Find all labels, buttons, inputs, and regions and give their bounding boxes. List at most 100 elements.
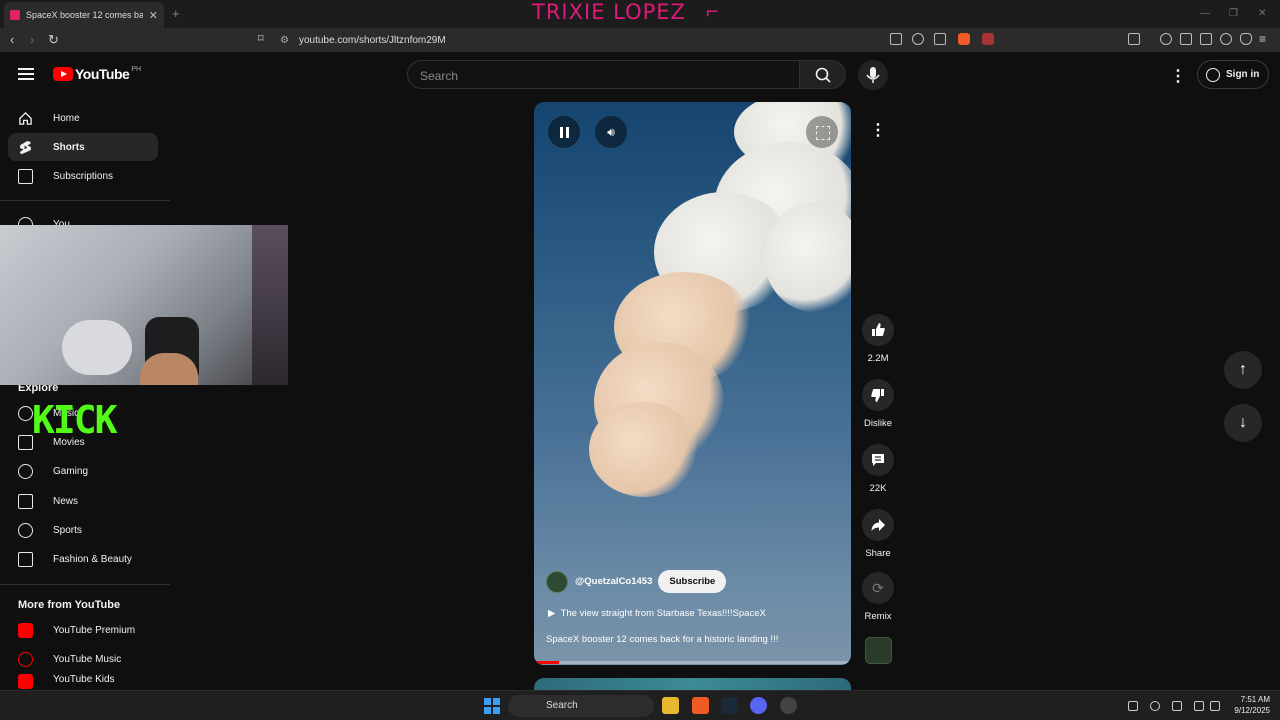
youtube-logo[interactable]: YouTube PH [53, 66, 141, 82]
share-action[interactable]: Share [857, 509, 899, 559]
youtube-kids-icon [18, 674, 33, 689]
sidebar-item-youtube-kids[interactable]: YouTube Kids [8, 674, 158, 690]
network-icon[interactable] [1194, 701, 1204, 711]
volume-tray-icon[interactable] [1210, 701, 1220, 711]
minimize-icon[interactable]: ― [1200, 8, 1210, 19]
arrow-up-icon: ↑ [1239, 361, 1247, 378]
more-actions-button[interactable]: ⋮ [862, 114, 894, 146]
settings-menu-icon[interactable]: ⋮ [1170, 66, 1186, 86]
sidebar-item-gaming[interactable]: Gaming [8, 457, 158, 485]
channel-name[interactable]: @QuetzalCo1453 [575, 576, 652, 587]
like-action[interactable]: 2.2M [857, 314, 899, 364]
vpn-icon[interactable] [1240, 33, 1252, 45]
new-tab-button[interactable]: + [172, 6, 180, 21]
comments-button[interactable] [862, 444, 894, 476]
subscriptions-icon [18, 168, 33, 184]
stream-overlay-bracket: ⌐ [706, 0, 719, 23]
pause-button[interactable] [548, 116, 580, 148]
forward-icon[interactable]: › [30, 32, 34, 47]
mic-tray-icon[interactable] [1172, 701, 1182, 711]
sidebar-item-subscriptions[interactable]: Subscriptions [8, 162, 158, 190]
play-triangle-icon: ▶ [548, 608, 561, 619]
tab-close-icon[interactable]: ✕ [149, 9, 158, 22]
remix-button[interactable]: ⟳ [862, 572, 894, 604]
share-page-icon[interactable] [934, 33, 946, 45]
app-icon[interactable] [780, 697, 797, 714]
leo-ai-icon[interactable] [1220, 33, 1232, 45]
previous-short-button[interactable]: ↑ [1224, 351, 1262, 389]
pause-icon [559, 126, 569, 138]
volume-button[interactable]: 🔊︎ [595, 116, 627, 148]
brave-shields-icon[interactable] [958, 33, 970, 45]
brave-browser-icon[interactable] [692, 697, 709, 714]
back-icon[interactable]: ‹ [10, 32, 14, 47]
share-button[interactable] [862, 509, 894, 541]
comments-action[interactable]: 22K [857, 444, 899, 494]
sidebar-divider [0, 200, 170, 201]
video-link[interactable]: ▶ The view straight from Starbase Texas!… [548, 608, 766, 619]
sync-icon[interactable] [1150, 701, 1160, 711]
brave-rewards-icon[interactable] [982, 33, 994, 45]
browser-toolbar: ‹ › ↻ ⌑ ⚙ youtube.com/shorts/Jltznfom29M… [0, 28, 1280, 52]
hamburger-menu-icon[interactable] [18, 68, 34, 80]
remix-label: Remix [864, 611, 892, 622]
thumbs-up-icon [872, 323, 885, 336]
like-button[interactable] [862, 314, 894, 346]
sidebar-item-fashion-beauty[interactable]: Fashion & Beauty [8, 545, 158, 573]
discord-icon[interactable] [750, 697, 767, 714]
windows-start-icon[interactable] [484, 698, 500, 714]
youtube-logo-text: YouTube [75, 66, 130, 82]
zoom-icon[interactable] [912, 33, 924, 45]
search-button[interactable] [800, 60, 846, 89]
kick-logo: KICK [32, 398, 118, 442]
sidebar-item-shorts[interactable]: Shorts [8, 133, 158, 161]
screenshot-icon[interactable] [1128, 33, 1140, 45]
fullscreen-button[interactable] [806, 116, 838, 148]
search-input[interactable]: Search [407, 60, 800, 89]
youtube-music-icon [18, 651, 33, 667]
more-from-youtube-heading: More from YouTube [18, 599, 121, 611]
shorts-icon [19, 140, 32, 154]
cast-icon[interactable] [890, 33, 902, 45]
sidebar-item-youtube-premium[interactable]: YouTube Premium [8, 616, 158, 644]
sidebar-divider [0, 584, 170, 585]
sign-in-button[interactable]: Sign in [1197, 60, 1269, 89]
shorts-video-player[interactable]: 🔊︎ @QuetzalCo1453 Subscribe ▶ The view s… [534, 102, 851, 665]
sidebar-item-news[interactable]: News [8, 487, 158, 515]
media-icon[interactable] [1160, 33, 1172, 45]
wallet-icon[interactable] [1200, 33, 1212, 45]
sidebar-toggle-icon[interactable] [1180, 33, 1192, 45]
home-icon [19, 111, 32, 125]
voice-search-button[interactable] [858, 60, 888, 90]
system-clock[interactable]: 7:51 AM 9/12/2025 [1222, 694, 1270, 716]
audio-source-avatar[interactable] [865, 637, 892, 664]
windows-taskbar: Search 7:51 AM 9/12/2025 [0, 690, 1280, 720]
dislike-button[interactable] [862, 379, 894, 411]
file-explorer-icon[interactable] [662, 697, 679, 714]
arrow-down-icon: ↓ [1239, 414, 1247, 431]
cloud-shape [589, 402, 699, 497]
browser-menu-icon[interactable]: ≡ [1259, 32, 1266, 46]
sidebar-item-label: Gaming [53, 465, 89, 477]
reload-icon[interactable]: ↻ [48, 32, 59, 48]
video-progress-bar[interactable] [534, 661, 851, 664]
maximize-icon[interactable]: ❐ [1229, 8, 1238, 19]
subscribe-button[interactable]: Subscribe [658, 570, 727, 593]
steam-icon[interactable] [721, 697, 738, 714]
sidebar-item-home[interactable]: Home [8, 104, 158, 132]
remix-action[interactable]: ⟳ Remix [857, 572, 899, 622]
microphone-icon [866, 67, 880, 83]
video-link-text: The view straight from Starbase Texas!!!… [560, 608, 766, 619]
sidebar-item-sports[interactable]: Sports [8, 516, 158, 544]
bookmark-icon[interactable]: ⌑ [258, 32, 264, 45]
next-short-button[interactable]: ↓ [1224, 404, 1262, 442]
dislike-action[interactable]: Dislike [857, 379, 899, 429]
sidebar-item-youtube-music[interactable]: YouTube Music [8, 645, 158, 673]
stream-overlay-name: TRIXIE LOPEZ [532, 0, 686, 24]
close-window-icon[interactable]: ✕ [1258, 8, 1266, 19]
taskbar-search[interactable]: Search [508, 695, 654, 717]
site-info-icon[interactable]: ⚙ [280, 35, 289, 46]
channel-avatar[interactable] [546, 570, 568, 593]
browser-tab[interactable]: SpaceX booster 12 comes ba ✕ [4, 2, 164, 28]
onedrive-icon[interactable] [1128, 701, 1138, 711]
